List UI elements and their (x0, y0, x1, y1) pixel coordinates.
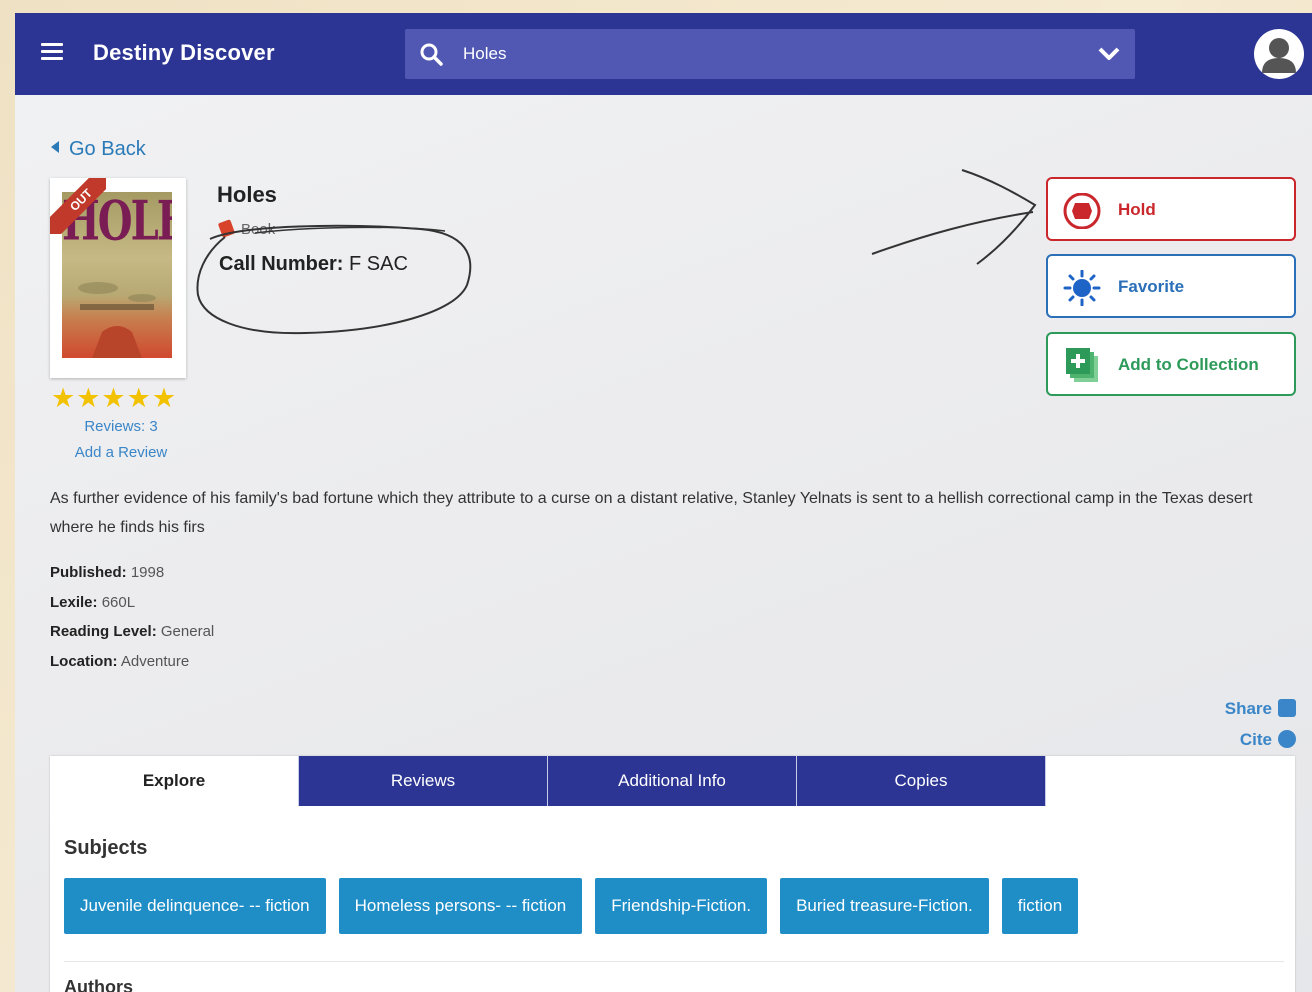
call-number: Call Number: F SAC (219, 253, 408, 276)
subject-chips: Juvenile delinquence- -- fiction Homeles… (64, 878, 1091, 934)
search-input[interactable] (463, 42, 1063, 66)
cite-label: Cite (1239, 730, 1272, 749)
book-title: Holes (217, 182, 277, 207)
section-divider (64, 961, 1284, 962)
subject-chip[interactable]: fiction (1001, 878, 1079, 934)
go-back-link[interactable]: Go Back (51, 138, 146, 161)
search-bar[interactable] (405, 29, 1135, 79)
tab-explore[interactable]: Explore (50, 756, 299, 806)
reading-level-detail: Reading Level: General (50, 623, 214, 640)
chevron-down-icon[interactable] (1097, 44, 1121, 64)
app-title: Destiny Discover (93, 40, 275, 65)
back-arrow-icon (51, 141, 59, 153)
call-number-label: Call Number: (219, 253, 344, 275)
favorite-button[interactable]: Favorite (1046, 254, 1296, 318)
share-label: Share (1224, 699, 1272, 718)
app-screen: Destiny Discover Go Back HOLES (15, 13, 1312, 992)
detail-value: Adventure (120, 653, 190, 670)
detail-label: Lexile: (50, 594, 98, 611)
tab-bar: Explore Reviews Additional Info Copies (50, 756, 1046, 806)
location-detail: Location: Adventure (50, 653, 189, 670)
add-to-collection-label: Add to Collection (1118, 355, 1259, 374)
detail-value: General (160, 623, 215, 640)
share-icon (1278, 699, 1296, 717)
detail-label: Published: (50, 564, 127, 581)
rating-stars: ★★★★★ (51, 383, 178, 413)
tab-copies[interactable]: Copies (797, 756, 1046, 806)
published-detail: Published: 1998 (50, 564, 164, 581)
favorite-label: Favorite (1118, 277, 1185, 296)
detail-value: 660L (101, 594, 136, 611)
call-number-value: F SAC (349, 253, 408, 275)
out-status-ribbon: OUT (50, 178, 106, 234)
subject-chip[interactable]: Buried treasure-Fiction. (780, 878, 989, 934)
subject-chip[interactable]: Friendship-Fiction. (595, 878, 768, 934)
subjects-heading: Subjects (64, 837, 148, 859)
favorite-star-icon (1063, 270, 1101, 306)
top-bar: Destiny Discover (15, 13, 1312, 95)
format-text: Book (241, 221, 276, 238)
cite-link[interactable]: Cite (1240, 730, 1296, 750)
cite-icon (1278, 730, 1296, 748)
subject-chip[interactable]: Homeless persons- -- fiction (338, 878, 583, 934)
share-link[interactable]: Share (1225, 699, 1296, 719)
detail-value: 1998 (130, 564, 165, 581)
add-review-link[interactable]: Add a Review (51, 444, 191, 461)
authors-heading: Authors (64, 977, 133, 992)
tab-additional-info[interactable]: Additional Info (548, 756, 797, 806)
tab-reviews[interactable]: Reviews (299, 756, 548, 806)
reviews-count-link[interactable]: Reviews: 3 (51, 418, 191, 435)
user-avatar-icon[interactable] (1254, 29, 1304, 79)
add-to-collection-icon (1066, 348, 1098, 382)
book-summary: As further evidence of his family's bad … (50, 490, 1253, 536)
go-back-label: Go Back (69, 138, 146, 160)
book-icon (217, 219, 236, 238)
menu-icon[interactable] (41, 43, 63, 61)
out-ribbon-label: OUT (50, 178, 106, 234)
subject-chip[interactable]: Juvenile delinquence- -- fiction (64, 878, 326, 934)
detail-label: Location: (50, 653, 118, 670)
detail-label: Reading Level: (50, 623, 157, 640)
format-label: Book (217, 219, 276, 238)
hold-button[interactable]: Hold (1046, 177, 1296, 241)
lexile-detail: Lexile: 660L (50, 594, 135, 611)
search-icon[interactable] (419, 42, 443, 66)
hold-label: Hold (1118, 200, 1156, 219)
hold-icon (1063, 193, 1101, 229)
add-to-collection-button[interactable]: Add to Collection (1046, 332, 1296, 396)
